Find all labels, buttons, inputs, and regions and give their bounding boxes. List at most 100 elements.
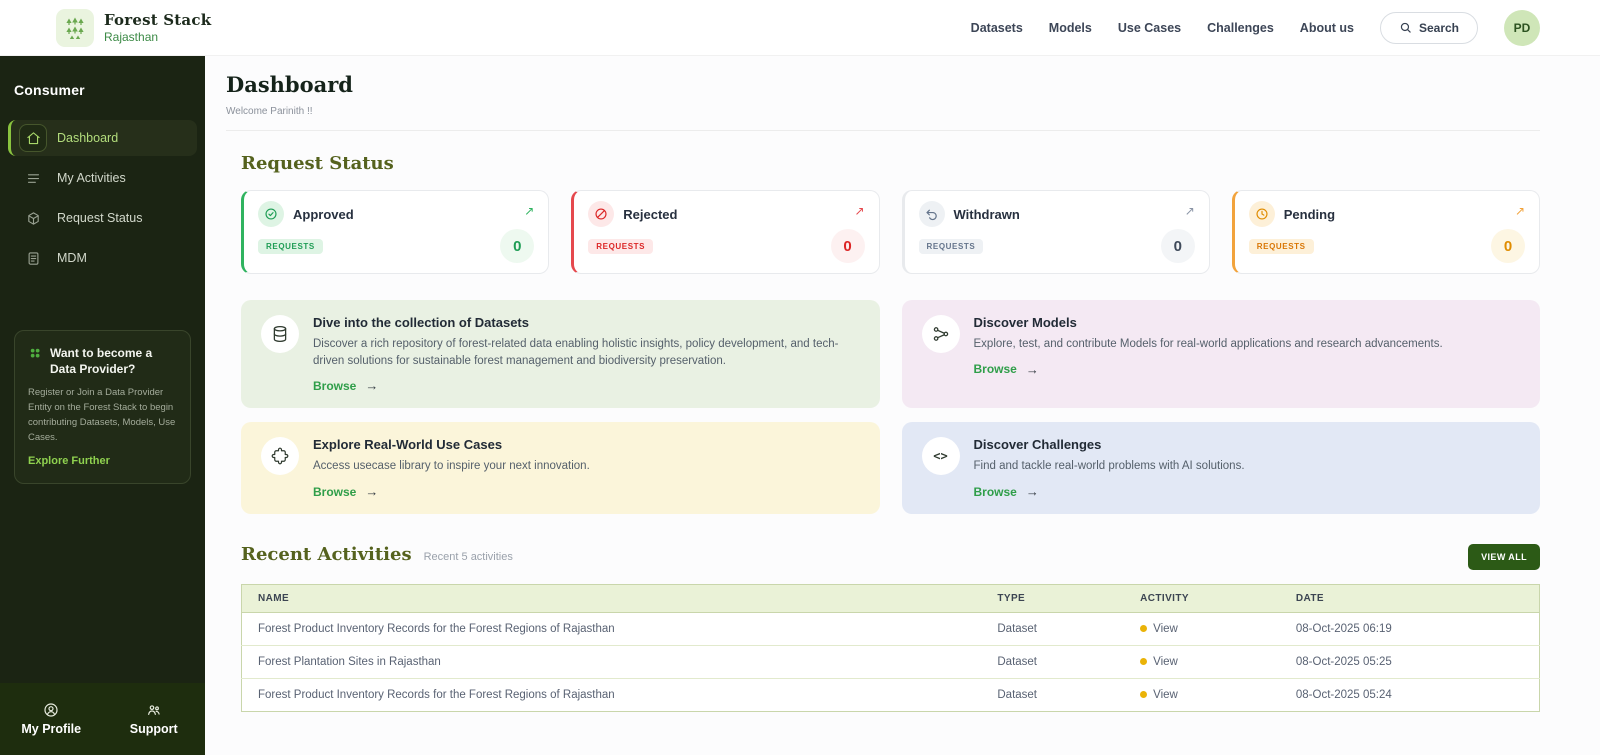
status-card-label: Approved <box>293 207 354 222</box>
use-cases-feature-card[interactable]: Explore Real-World Use Cases Access usec… <box>241 422 880 514</box>
support-button[interactable]: Support <box>103 702 206 736</box>
browse-challenges-link[interactable]: Browse → <box>974 484 1245 499</box>
promo-body: Register or Join a Data Provider Entity … <box>28 386 177 445</box>
external-link-icon[interactable]: ↗ <box>854 205 864 217</box>
recent-activities-header: Recent Activities Recent 5 activities VI… <box>241 544 1540 570</box>
sidebar-item-label: My Activities <box>57 171 126 185</box>
search-button-label: Search <box>1419 21 1459 35</box>
recent-activities-table: NAME TYPE ACTIVITY DATE Forest Product I… <box>241 584 1540 712</box>
nav-item-challenges[interactable]: Challenges <box>1207 21 1274 35</box>
cell-type: Dataset <box>981 646 1124 679</box>
cell-activity: View <box>1124 613 1280 646</box>
arrow-right-icon: → <box>1026 484 1039 499</box>
table-row[interactable]: Forest Product Inventory Records for the… <box>242 679 1540 712</box>
sidebar-footer: My Profile Support <box>0 683 205 755</box>
data-provider-promo-card: Want to become a Data Provider? Register… <box>14 330 191 484</box>
request-status-title: Request Status <box>241 153 1540 174</box>
cube-icon <box>19 204 47 232</box>
brand[interactable]: Forest Stack Rajasthan <box>56 9 211 47</box>
sidebar-item-mdm[interactable]: MDM <box>8 240 197 276</box>
home-icon <box>19 124 47 152</box>
request-count: 0 <box>500 229 534 263</box>
user-avatar[interactable]: PD <box>1504 10 1540 46</box>
explore-further-link[interactable]: Explore Further <box>28 455 110 467</box>
feature-card-title: Discover Challenges <box>974 437 1245 452</box>
browse-use-cases-link[interactable]: Browse → <box>313 484 590 499</box>
external-link-icon[interactable]: ↗ <box>1515 205 1525 217</box>
external-link-icon[interactable]: ↗ <box>1185 205 1195 217</box>
ban-circle-icon <box>588 201 614 227</box>
database-icon <box>261 315 299 353</box>
cell-date: 08-Oct-2025 05:24 <box>1280 679 1540 712</box>
feature-card-title: Dive into the collection of Datasets <box>313 315 860 330</box>
clock-icon <box>1249 201 1275 227</box>
my-profile-button[interactable]: My Profile <box>0 702 103 736</box>
table-row[interactable]: Forest Plantation Sites in Rajasthan Dat… <box>242 646 1540 679</box>
puzzle-icon <box>261 437 299 475</box>
withdrawn-status-card[interactable]: Withdrawn ↗ REQUESTS 0 <box>902 190 1210 274</box>
external-link-icon[interactable]: ↗ <box>524 205 534 217</box>
main-content: Dashboard Welcome Parinith !! Request St… <box>205 56 1600 755</box>
cell-name: Forest Product Inventory Records for the… <box>242 613 982 646</box>
nav-item-models[interactable]: Models <box>1049 21 1092 35</box>
nav-item-datasets[interactable]: Datasets <box>971 21 1023 35</box>
sidebar-item-dashboard[interactable]: Dashboard <box>8 120 197 156</box>
check-circle-icon <box>258 201 284 227</box>
sidebar-item-my-activities[interactable]: My Activities <box>8 160 197 196</box>
feature-card-title: Explore Real-World Use Cases <box>313 437 590 452</box>
list-icon <box>19 164 47 192</box>
feature-card-description: Explore, test, and contribute Models for… <box>974 336 1443 353</box>
arrow-right-icon: → <box>365 378 378 393</box>
search-icon <box>1399 21 1412 34</box>
support-group-icon <box>146 702 162 718</box>
cell-type: Dataset <box>981 679 1124 712</box>
rejected-status-card[interactable]: Rejected ↗ REQUESTS 0 <box>571 190 879 274</box>
cell-activity: View <box>1124 679 1280 712</box>
undo-icon <box>919 201 945 227</box>
browse-label: Browse <box>974 485 1017 499</box>
view-all-button[interactable]: VIEW ALL <box>1468 544 1540 570</box>
sidebar-item-request-status[interactable]: Request Status <box>8 200 197 236</box>
sidebar-item-label: Dashboard <box>57 131 118 145</box>
models-feature-card[interactable]: Discover Models Explore, test, and contr… <box>902 300 1541 408</box>
activity-dot-icon <box>1140 658 1147 665</box>
document-icon <box>19 244 47 272</box>
table-header-row: NAME TYPE ACTIVITY DATE <box>242 585 1540 613</box>
browse-datasets-link[interactable]: Browse → <box>313 378 860 393</box>
browse-label: Browse <box>974 362 1017 376</box>
cell-activity: View <box>1124 646 1280 679</box>
feature-cards-grid: Dive into the collection of Datasets Dis… <box>241 300 1540 514</box>
table-row[interactable]: Forest Product Inventory Records for the… <box>242 613 1540 646</box>
pending-status-card[interactable]: Pending ↗ REQUESTS 0 <box>1232 190 1540 274</box>
datasets-feature-card[interactable]: Dive into the collection of Datasets Dis… <box>241 300 880 408</box>
header-divider <box>226 130 1540 131</box>
search-button[interactable]: Search <box>1380 12 1478 44</box>
recent-activities-subtitle: Recent 5 activities <box>424 551 513 563</box>
requests-badge: REQUESTS <box>1249 239 1314 254</box>
column-header-name: NAME <box>242 585 982 613</box>
forest-stack-logo-icon <box>56 9 94 47</box>
top-nav: Datasets Models Use Cases Challenges Abo… <box>971 10 1540 46</box>
cell-date: 08-Oct-2025 06:19 <box>1280 613 1540 646</box>
status-cards-row: Approved ↗ REQUESTS 0 Rejected ↗ <box>241 190 1540 274</box>
feature-card-description: Find and tackle real-world problems with… <box>974 458 1245 475</box>
status-card-label: Rejected <box>623 207 677 222</box>
nav-item-use-cases[interactable]: Use Cases <box>1118 21 1181 35</box>
status-card-label: Pending <box>1284 207 1335 222</box>
recent-activities-title: Recent Activities <box>241 544 412 565</box>
approved-status-card[interactable]: Approved ↗ REQUESTS 0 <box>241 190 549 274</box>
requests-badge: REQUESTS <box>919 239 984 254</box>
request-count: 0 <box>831 229 865 263</box>
browse-models-link[interactable]: Browse → <box>974 362 1443 377</box>
feature-card-title: Discover Models <box>974 315 1443 330</box>
nav-item-about-us[interactable]: About us <box>1300 21 1354 35</box>
sidebar: Consumer Dashboard My Activities Request… <box>0 56 205 755</box>
cell-name: Forest Plantation Sites in Rajasthan <box>242 646 982 679</box>
status-card-label: Withdrawn <box>954 207 1020 222</box>
column-header-activity: ACTIVITY <box>1124 585 1280 613</box>
code-icon: <> <box>922 437 960 475</box>
welcome-text: Welcome Parinith !! <box>226 106 1540 117</box>
challenges-feature-card[interactable]: <> Discover Challenges Find and tackle r… <box>902 422 1541 514</box>
app-header: Forest Stack Rajasthan Datasets Models U… <box>0 0 1600 56</box>
brand-subtitle: Rajasthan <box>104 30 211 44</box>
